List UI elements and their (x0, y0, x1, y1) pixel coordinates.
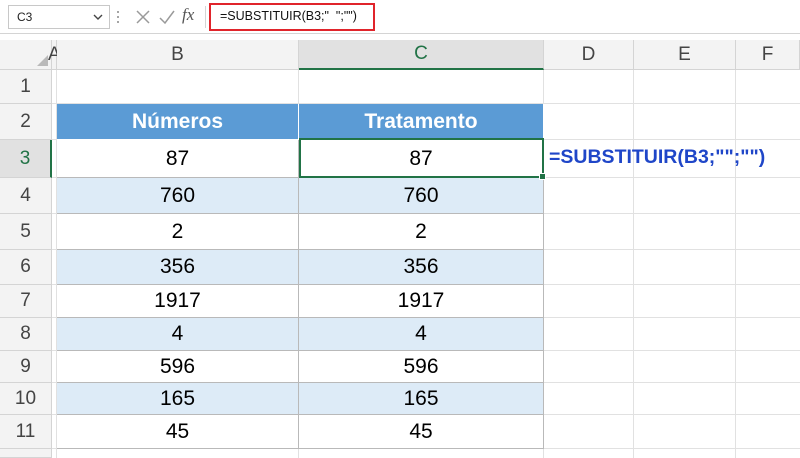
column-header-d[interactable]: D (544, 40, 634, 70)
table-cell-b5[interactable]: 2 (57, 214, 299, 250)
formula-input[interactable]: =SUBSTITUIR(B3;" ";"") (209, 3, 375, 31)
formula-annotation: =SUBSTITUIR(B3;"";"") (549, 146, 766, 168)
row-header-2[interactable]: 2 (0, 104, 52, 140)
drag-handle-icon[interactable] (116, 9, 120, 25)
row-header-label: 1 (20, 75, 31, 97)
table-cell-b7[interactable]: 1917 (57, 285, 299, 318)
table-cell-b11[interactable]: 45 (57, 415, 299, 449)
column-header-label: D (581, 43, 596, 65)
row-header-label: 8 (20, 323, 31, 344)
select-all-icon (37, 55, 48, 66)
column-header-b[interactable]: B (57, 40, 299, 70)
row-header-4[interactable]: 4 (0, 178, 52, 214)
name-box[interactable]: C3 (8, 5, 110, 29)
row-header-9[interactable]: 9 (0, 351, 52, 383)
row-header-label: 9 (20, 355, 31, 377)
row-header-label: 11 (15, 420, 36, 442)
formula-bar-divider (205, 6, 206, 28)
row-header-6[interactable]: 6 (0, 250, 52, 285)
table-cell-c11[interactable]: 45 (299, 415, 544, 449)
row-header-label: 5 (20, 220, 31, 242)
table-cell-b3[interactable]: 87 (57, 140, 299, 178)
row-header-11[interactable]: 11 (0, 415, 52, 449)
table-cell-c9[interactable]: 596 (299, 351, 544, 383)
table-cell-b6[interactable]: 356 (57, 250, 299, 285)
row-header-label: 4 (20, 184, 31, 206)
table-header-numeros[interactable]: Números (57, 104, 299, 140)
gridline (633, 70, 634, 458)
row-header-12[interactable] (0, 449, 52, 458)
row-header-label: 10 (14, 387, 37, 409)
row-header-3[interactable]: 3 (0, 140, 52, 178)
active-cell-selection (299, 138, 544, 178)
row-header-label: 2 (20, 110, 31, 132)
confirm-check-icon[interactable] (157, 7, 177, 27)
row-header-5[interactable]: 5 (0, 214, 52, 250)
column-header-label: B (171, 43, 184, 65)
row-header-10[interactable]: 10 (0, 383, 52, 415)
formula-bar: C3 fx =SUBSTITUIR(B3;" ";"") (0, 0, 800, 34)
row-header-1[interactable]: 1 (0, 70, 52, 104)
gridline (735, 70, 736, 458)
row-header-label: 3 (19, 147, 31, 169)
name-box-value: C3 (17, 10, 33, 24)
chevron-down-icon[interactable] (91, 9, 105, 25)
table-cell-c5[interactable]: 2 (299, 214, 544, 250)
table-cell-c4[interactable]: 760 (299, 178, 544, 214)
column-header-e[interactable]: E (634, 40, 736, 70)
table-cell-b9[interactable]: 596 (57, 351, 299, 383)
formula-text: =SUBSTITUIR(B3;" ";"") (220, 9, 357, 23)
column-header-label: C (414, 43, 428, 64)
select-all-corner[interactable] (0, 40, 52, 70)
cancel-icon[interactable] (133, 7, 153, 27)
table-cell-b4[interactable]: 760 (57, 178, 299, 214)
column-header-f[interactable]: F (736, 40, 800, 70)
table-cell-b8[interactable]: 4 (57, 318, 299, 351)
row-header-label: 6 (20, 256, 31, 277)
table-cell-c6[interactable]: 356 (299, 250, 544, 285)
row-header-label: 7 (20, 290, 31, 311)
table-cell-c10[interactable]: 165 (299, 383, 544, 415)
table-cell-c8[interactable]: 4 (299, 318, 544, 351)
column-header-c[interactable]: C (299, 40, 544, 70)
column-header-label: E (678, 43, 691, 65)
insert-function-icon[interactable]: fx (182, 5, 194, 25)
column-header-label: F (761, 43, 774, 65)
table-header-tratamento[interactable]: Tratamento (299, 104, 544, 140)
row-header-7[interactable]: 7 (0, 285, 52, 318)
table-cell-b10[interactable]: 165 (57, 383, 299, 415)
table-cell-c7[interactable]: 1917 (299, 285, 544, 318)
fill-handle[interactable] (539, 173, 546, 180)
row-header-8[interactable]: 8 (0, 318, 52, 351)
